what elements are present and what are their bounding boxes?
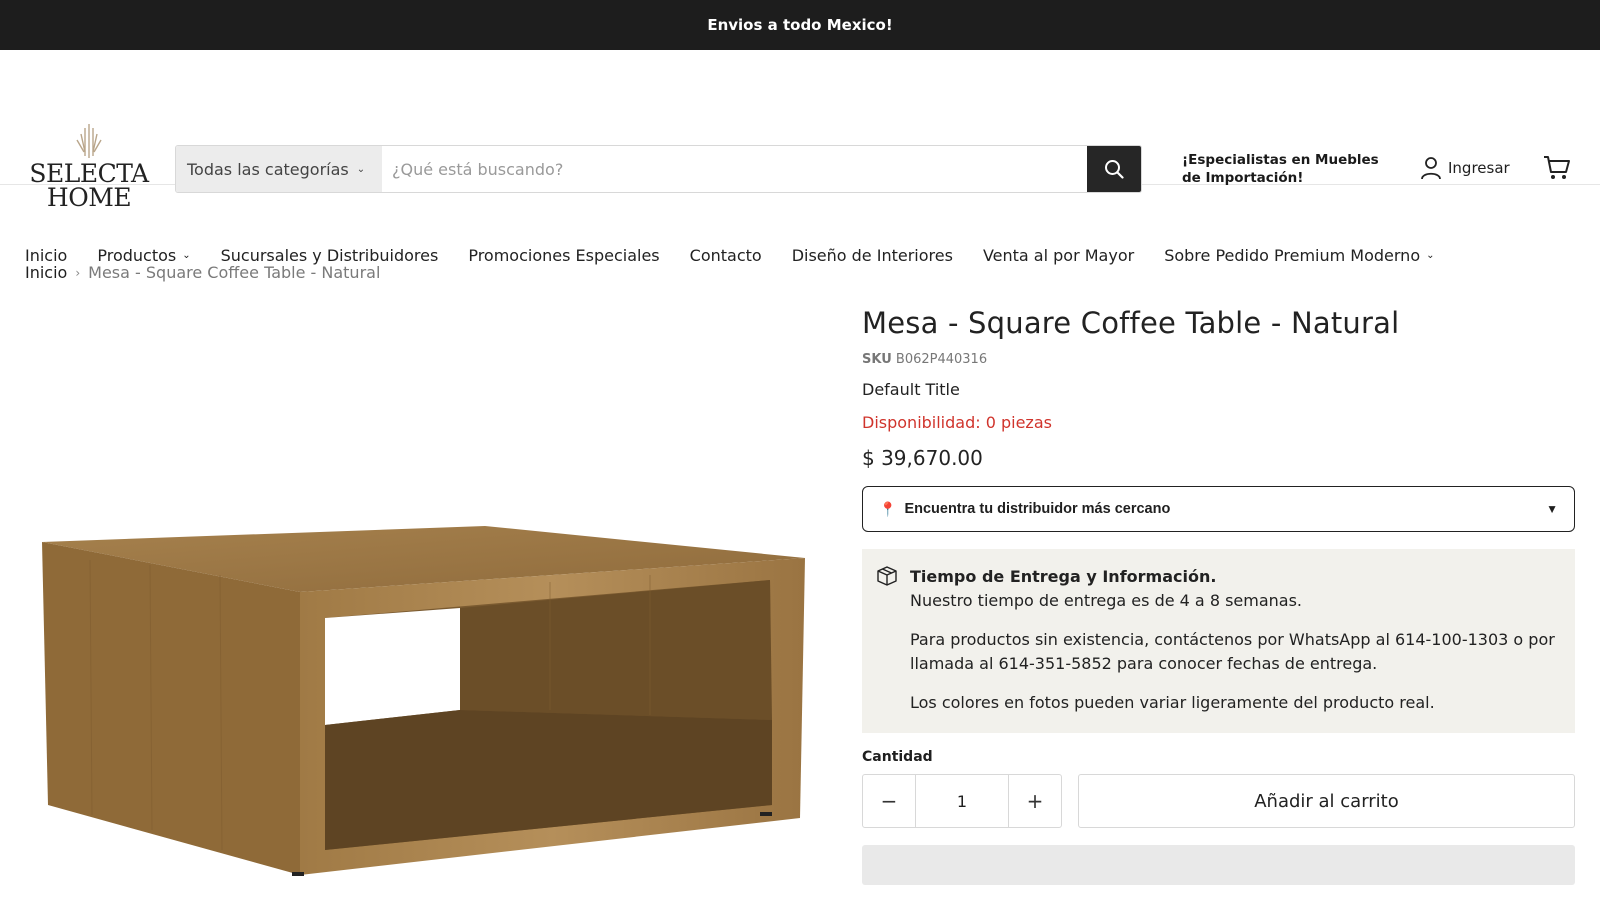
product-variant: Default Title [862, 380, 960, 399]
delivery-time-text: Nuestro tiempo de entrega es de 4 a 8 se… [910, 591, 1303, 610]
quantity-input[interactable]: 1 [915, 775, 1009, 827]
site-logo[interactable]: SELECTA HOME [28, 122, 150, 210]
nav-item-promociones[interactable]: Promociones Especiales [468, 246, 659, 265]
minus-icon: − [880, 789, 898, 813]
user-icon [1421, 157, 1441, 180]
search-input[interactable] [382, 146, 1087, 192]
chevron-down-icon: ⌄ [182, 250, 191, 261]
product-title: Mesa - Square Coffee Table - Natural [862, 306, 1400, 340]
package-icon [877, 566, 897, 586]
quantity-label: Cantidad [862, 749, 933, 765]
increase-quantity-button[interactable]: + [1009, 775, 1061, 827]
chevron-down-icon: ⌄ [356, 163, 366, 175]
distributor-label: Encuentra tu distribuidor más cercano [904, 501, 1171, 517]
nav-item-sobre-pedido[interactable]: Sobre Pedido Premium Moderno ⌄ [1164, 246, 1434, 265]
logo-word-2: HOME [46, 183, 132, 212]
breadcrumb-current: Mesa - Square Coffee Table - Natural [88, 263, 381, 282]
nav-label: Diseño de Interiores [791, 246, 953, 265]
announcement-text: Envios a todo Mexico! [707, 16, 893, 34]
distributor-dropdown[interactable]: 📍 Encuentra tu distribuidor más cercano … [862, 486, 1575, 532]
nav-label: Venta al por Mayor [982, 246, 1135, 265]
quantity-stepper: − 1 + [862, 774, 1062, 828]
nav-item-contacto[interactable]: Contacto [690, 246, 762, 265]
cart-icon [1544, 156, 1570, 179]
login-label: Ingresar [1448, 159, 1510, 177]
header-tagline: ¡Especialistas en Muebles de Importación… [1182, 152, 1379, 186]
product-info: Mesa - Square Coffee Table - Natural SKU… [862, 306, 1575, 885]
breadcrumb: Inicio › Mesa - Square Coffee Table - Na… [25, 263, 380, 282]
breadcrumb-separator: › [75, 265, 81, 280]
cart-button[interactable] [1543, 155, 1571, 185]
announcement-bar: Envios a todo Mexico! [0, 0, 1600, 50]
delivery-info-box: Tiempo de Entrega y Información. Nuestro… [862, 549, 1575, 733]
search-bar: Todas las categorías ⌄ [175, 145, 1142, 193]
availability-text: Disponibilidad: 0 piezas [862, 413, 1052, 432]
caret-down-icon: ▼ [1546, 502, 1558, 516]
decrease-quantity-button[interactable]: − [863, 775, 915, 827]
delivery-contact-text: Para productos sin existencia, contácten… [910, 630, 1555, 673]
add-to-cart-button[interactable]: Añadir al carrito [1078, 774, 1575, 828]
login-link[interactable]: Ingresar [1420, 156, 1510, 180]
product-price: $ 39,670.00 [862, 446, 983, 470]
search-icon [1105, 160, 1124, 179]
nav-label: Promociones Especiales [468, 246, 660, 265]
delivery-heading: Tiempo de Entrega y Información. [910, 567, 1217, 586]
add-to-cart-label: Añadir al carrito [1254, 790, 1399, 812]
logo-mark-icon [76, 124, 102, 158]
nav-label: Contacto [689, 246, 762, 265]
site-header: SELECTA HOME Todas las categorías ⌄ ¡Esp… [0, 50, 1600, 265]
category-select[interactable]: Todas las categorías ⌄ [176, 146, 382, 192]
search-button[interactable] [1087, 146, 1141, 192]
category-select-label: Todas las categorías [187, 159, 349, 179]
buy-now-button[interactable] [862, 845, 1575, 885]
plus-icon: + [1026, 789, 1044, 813]
map-pin-icon: 📍 [879, 500, 897, 517]
nav-label: Sobre Pedido Premium Moderno [1164, 246, 1421, 265]
breadcrumb-home[interactable]: Inicio [25, 263, 67, 282]
sku-value: B062P440316 [895, 352, 988, 367]
nav-item-diseno[interactable]: Diseño de Interiores [792, 246, 953, 265]
delivery-colors-note: Los colores en fotos pueden variar liger… [910, 693, 1435, 712]
product-sku: SKU B062P440316 [862, 352, 1575, 367]
sku-label: SKU [862, 352, 892, 367]
product-image[interactable] [30, 520, 820, 900]
nav-item-mayoreo[interactable]: Venta al por Mayor [983, 246, 1134, 265]
purchase-row: − 1 + Añadir al carrito [862, 774, 1575, 828]
chevron-down-icon: ⌄ [1426, 250, 1435, 261]
